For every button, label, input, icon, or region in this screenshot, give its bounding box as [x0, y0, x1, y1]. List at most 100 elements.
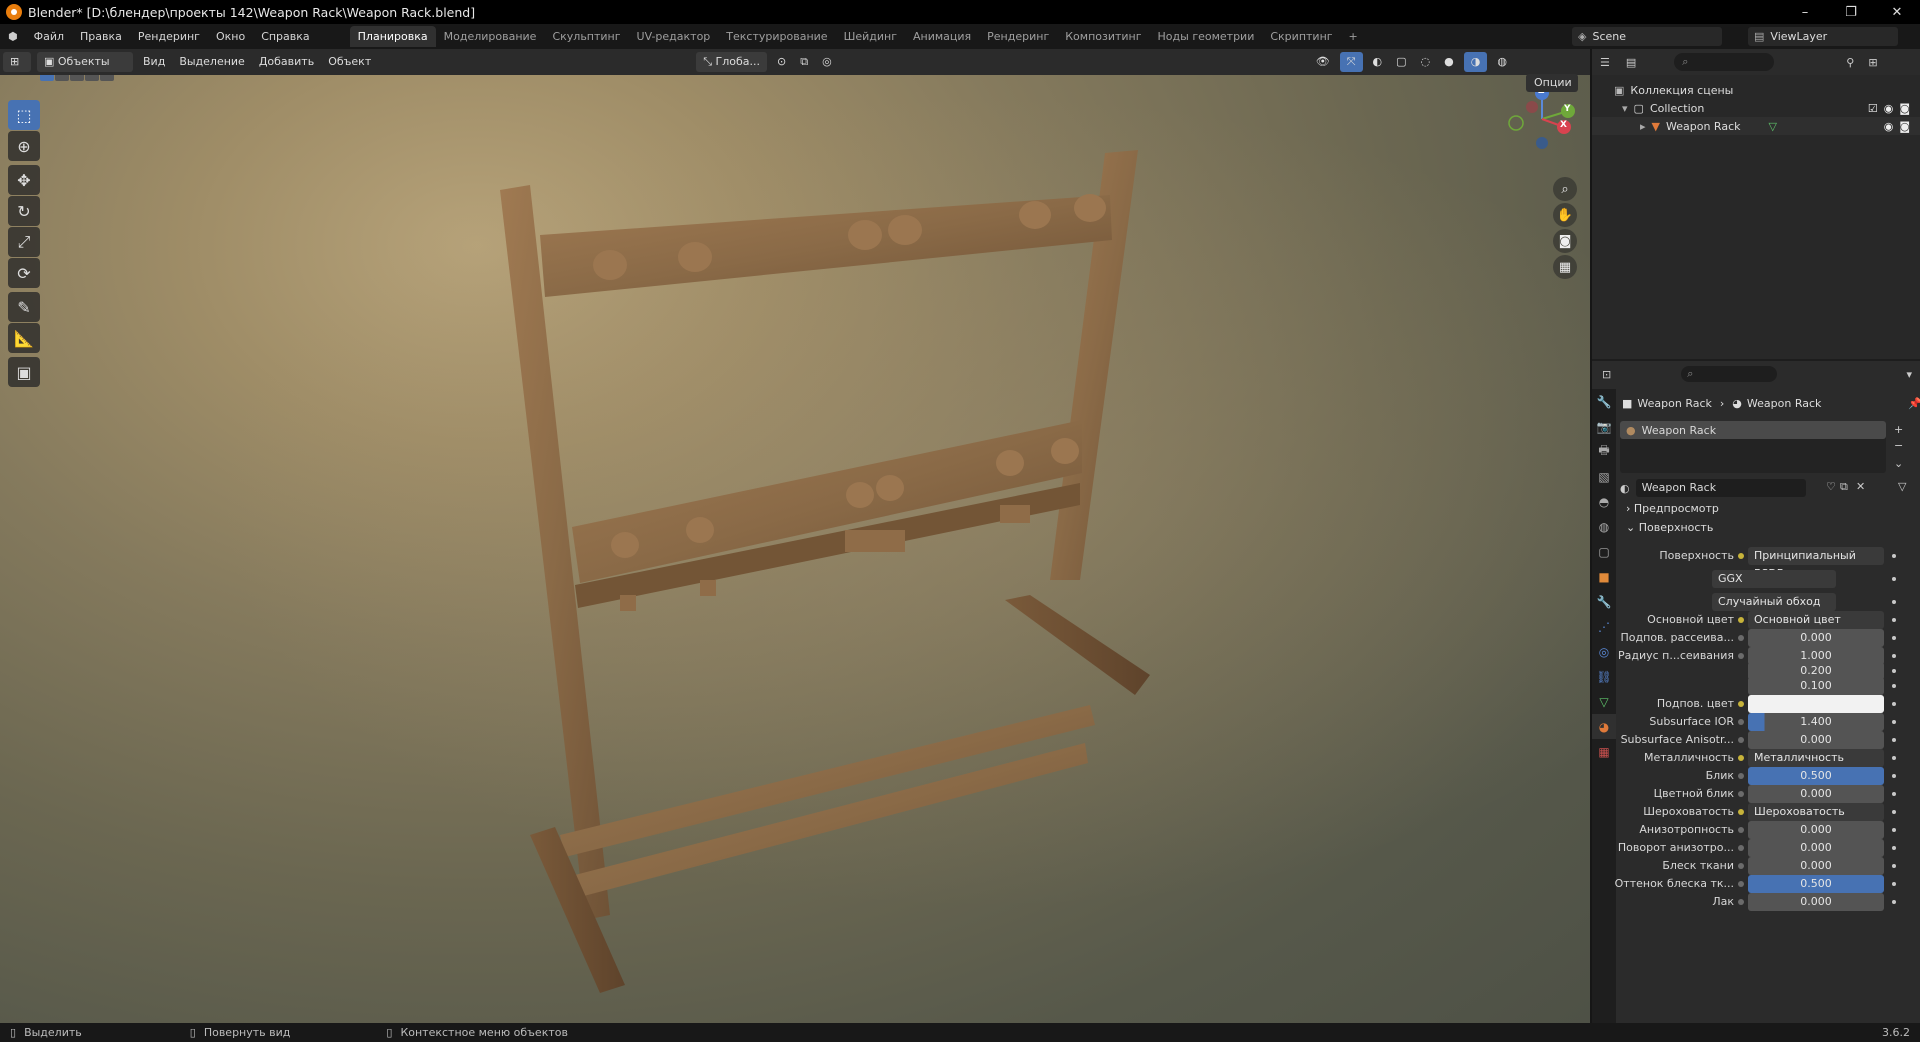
- property-field[interactable]: Шероховатость: [1748, 803, 1884, 821]
- keyframe-icon[interactable]: [1892, 600, 1896, 604]
- keyframe-icon[interactable]: [1892, 792, 1896, 796]
- keyframe-icon[interactable]: [1892, 636, 1896, 640]
- property-field[interactable]: Металличность: [1748, 749, 1884, 767]
- move-icon[interactable]: ✥: [8, 165, 40, 195]
- 3d-viewport[interactable]: Z Y X ⌕ ✋ ◙ ▦: [0, 75, 1590, 1023]
- property-field[interactable]: 0.000: [1748, 821, 1884, 839]
- keyframe-icon[interactable]: [1892, 846, 1896, 850]
- keyframe-icon[interactable]: [1892, 577, 1896, 581]
- keyframe-icon[interactable]: [1892, 720, 1896, 724]
- collection-row[interactable]: ▾ ▢ Collection ☑ ◉ ◙: [1592, 99, 1920, 117]
- keyframe-icon[interactable]: [1892, 702, 1896, 706]
- view-layer-tab-icon[interactable]: ▧: [1592, 464, 1616, 489]
- property-field[interactable]: 0.100: [1748, 677, 1884, 695]
- property-field[interactable]: 0.000: [1748, 839, 1884, 857]
- surface-panel-header[interactable]: ⌄ Поверхность: [1626, 521, 1713, 534]
- material-slot-row[interactable]: ● Weapon Rack: [1620, 421, 1886, 439]
- overlays-icon[interactable]: ◐: [1366, 52, 1390, 72]
- object-render-icon[interactable]: ◙: [1899, 120, 1910, 133]
- rotate-icon[interactable]: ↻: [8, 196, 40, 226]
- menu-window[interactable]: Окно: [208, 24, 253, 49]
- visibility-eye-icon[interactable]: ◉: [1884, 102, 1894, 115]
- socket-link-icon[interactable]: [1738, 701, 1744, 707]
- socket-link-icon[interactable]: [1738, 863, 1744, 869]
- property-dropdown[interactable]: GGX: [1712, 570, 1836, 588]
- select-box-icon[interactable]: ⬚: [8, 100, 40, 130]
- perspective-toggle-icon[interactable]: ▦: [1553, 255, 1577, 279]
- select-subtract-icon[interactable]: [70, 75, 84, 81]
- keyframe-icon[interactable]: [1892, 882, 1896, 886]
- property-field[interactable]: 0.000: [1748, 785, 1884, 803]
- particles-tab-icon[interactable]: ⋰: [1592, 614, 1616, 639]
- visibility-icon[interactable]: 👁: [1309, 52, 1337, 72]
- select-invert-icon[interactable]: [85, 75, 99, 81]
- socket-link-icon[interactable]: [1738, 791, 1744, 797]
- weapon-rack-model[interactable]: [0, 75, 1590, 1023]
- socket-link-icon[interactable]: [1738, 719, 1744, 725]
- zoom-icon[interactable]: ⌕: [1553, 177, 1577, 201]
- slot-menu-button[interactable]: ⌄: [1894, 457, 1903, 470]
- mode-dropdown[interactable]: ▣ Объекты: [37, 52, 133, 72]
- property-field[interactable]: 0.000: [1748, 629, 1884, 647]
- render-camera-icon[interactable]: ◙: [1899, 102, 1910, 115]
- navigation-gizmo[interactable]: Z Y X: [1506, 83, 1578, 155]
- keyframe-icon[interactable]: [1892, 774, 1896, 778]
- select-new-icon[interactable]: [40, 75, 54, 81]
- shading-rendered-icon[interactable]: ◍: [1490, 52, 1514, 72]
- object-tab-icon[interactable]: ■: [1592, 564, 1616, 589]
- render-tab-icon[interactable]: 📷: [1592, 414, 1616, 439]
- blender-menu-icon[interactable]: ⬢: [0, 24, 26, 49]
- select-intersect-icon[interactable]: [100, 75, 114, 81]
- scene-collection-row[interactable]: ▣ Коллекция сцены: [1592, 81, 1920, 99]
- keyframe-icon[interactable]: [1892, 618, 1896, 622]
- tab-geometry-nodes[interactable]: Ноды геометрии: [1150, 26, 1263, 47]
- socket-link-icon[interactable]: [1738, 755, 1744, 761]
- outliner-search-field[interactable]: ⌕: [1674, 53, 1775, 71]
- menu-edit[interactable]: Правка: [72, 24, 130, 49]
- menu-object[interactable]: Объект: [321, 52, 378, 72]
- socket-link-icon[interactable]: [1738, 737, 1744, 743]
- exclude-checkbox[interactable]: ☑: [1868, 102, 1878, 115]
- property-field[interactable]: 1.400: [1748, 713, 1884, 731]
- shading-wireframe-icon[interactable]: ◌: [1414, 52, 1438, 72]
- property-field[interactable]: 0.000: [1748, 893, 1884, 911]
- socket-link-icon[interactable]: [1738, 899, 1744, 905]
- tool-tab-icon[interactable]: 🔧: [1592, 389, 1616, 414]
- maximize-button[interactable]: ❐: [1828, 0, 1874, 24]
- property-field[interactable]: 0.000: [1748, 731, 1884, 749]
- texture-tab-icon[interactable]: ▦: [1592, 739, 1616, 764]
- camera-view-icon[interactable]: ◙: [1553, 229, 1577, 253]
- filter-icon[interactable]: ⚲: [1846, 56, 1854, 69]
- property-dropdown[interactable]: Случайный обход: [1712, 593, 1836, 611]
- socket-link-icon[interactable]: [1738, 773, 1744, 779]
- add-cube-icon[interactable]: ▣: [8, 357, 40, 387]
- slot-add-button[interactable]: +: [1894, 423, 1903, 436]
- minimize-button[interactable]: –: [1782, 0, 1828, 24]
- property-field[interactable]: 0.000: [1748, 857, 1884, 875]
- socket-link-icon[interactable]: [1738, 553, 1744, 559]
- tab-rendering[interactable]: Рендеринг: [979, 26, 1057, 47]
- socket-link-icon[interactable]: [1738, 653, 1744, 659]
- socket-link-icon[interactable]: [1738, 617, 1744, 623]
- output-tab-icon[interactable]: 🖶: [1592, 439, 1616, 464]
- object-row[interactable]: ▸ ▼ Weapon Rack ▽ ◉ ◙: [1592, 117, 1920, 135]
- world-tab-icon[interactable]: ◍: [1592, 514, 1616, 539]
- display-mode-icon[interactable]: ▤: [1618, 56, 1644, 69]
- gizmo-toggle-icon[interactable]: ⤧: [1339, 52, 1363, 72]
- menu-add[interactable]: Добавить: [252, 52, 321, 72]
- modifier-tab-icon[interactable]: 🔧: [1592, 589, 1616, 614]
- mesh-data-icon[interactable]: ▽: [1768, 120, 1776, 133]
- menu-file[interactable]: Файл: [26, 24, 72, 49]
- socket-link-icon[interactable]: [1738, 635, 1744, 641]
- socket-link-icon[interactable]: [1738, 827, 1744, 833]
- menu-select[interactable]: Выделение: [172, 52, 252, 72]
- tab-modeling[interactable]: Моделирование: [436, 26, 545, 47]
- property-field[interactable]: Основной цвет: [1748, 611, 1884, 629]
- annotate-icon[interactable]: ✎: [8, 292, 40, 322]
- object-visibility-icon[interactable]: ◉: [1884, 120, 1894, 133]
- tab-sculpting[interactable]: Скульптинг: [544, 26, 628, 47]
- material-name-field[interactable]: Weapon Rack: [1635, 479, 1806, 497]
- material-datablock[interactable]: ◐ Weapon Rack: [1620, 479, 1820, 497]
- new-collection-icon[interactable]: ⊞: [1868, 56, 1877, 69]
- editor-type-button[interactable]: ⊞: [3, 52, 31, 72]
